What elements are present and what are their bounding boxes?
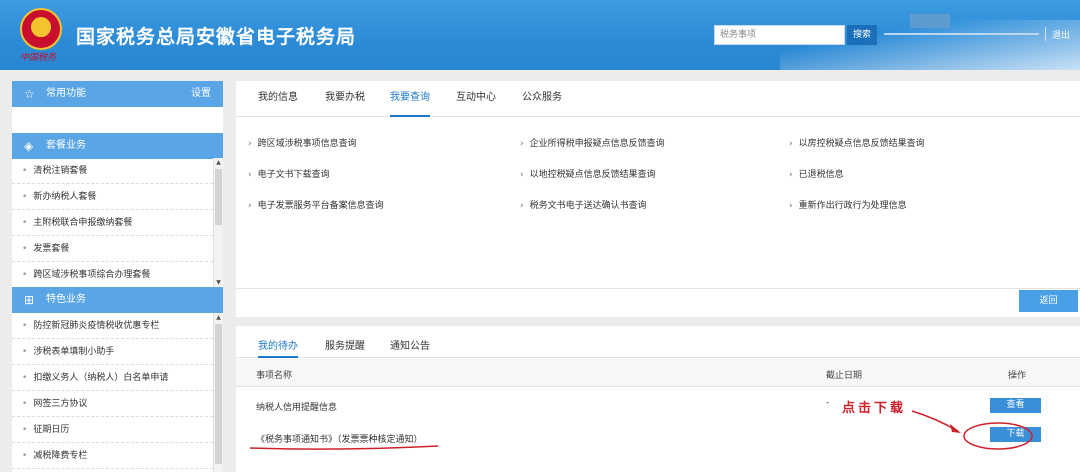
sidebar-item-package[interactable]: 新办纳税人套餐 (12, 184, 223, 210)
tab-public-service[interactable]: 公众服务 (522, 91, 562, 117)
query-link[interactable]: 跨区域涉税事项信息查询 (248, 136, 357, 149)
packages-label: 套餐业务 (46, 140, 86, 151)
packages-scrollbar[interactable]: ▲ ▼ (213, 158, 223, 287)
scroll-thumb[interactable] (215, 169, 222, 225)
tax-emblem-icon (20, 8, 62, 50)
download-button[interactable]: 下载 (990, 427, 1041, 442)
sidebar-item-feature[interactable]: 征期日历 (12, 417, 223, 443)
query-link[interactable]: 电子发票服务平台备案信息查询 (248, 198, 384, 211)
great-wall-decoration (910, 14, 950, 28)
scroll-thumb[interactable] (215, 324, 222, 464)
query-link[interactable]: 重新作出行政行为处理信息 (789, 198, 907, 211)
sidebar-item-feature[interactable]: 减税降费专栏 (12, 443, 223, 469)
common-functions-label: 常用功能 (46, 88, 86, 99)
features-label: 特色业务 (46, 294, 86, 305)
common-functions-header[interactable]: ☆ 常用功能 设置 (12, 81, 223, 107)
query-link[interactable]: 已退税信息 (789, 167, 844, 180)
settings-link[interactable]: 设置 (191, 81, 211, 107)
sidebar-item-package[interactable]: 主附税联合申报缴纳套餐 (12, 210, 223, 236)
grid-icon: ⊞ (24, 293, 35, 307)
column-header-action: 操作 (1008, 371, 1027, 381)
features-header[interactable]: ⊞ 特色业务 (12, 287, 223, 313)
user-info-bar (884, 33, 1039, 35)
todo-item-name: 《税务事项通知书》（发票票种核定通知） (256, 435, 423, 445)
features-list: 防控新冠肺炎疫情税收优惠专栏 涉税表单填制小助手 扣缴义务人（纳税人）白名单申请… (12, 313, 223, 469)
search-button[interactable]: 搜索 (847, 25, 877, 45)
table-row: 《税务事项通知书》（发票票种核定通知） 下载 (236, 422, 1080, 452)
query-link[interactable]: 税务文书电子送达确认书查询 (520, 198, 647, 211)
table-row: 纳税人信用提醒信息 - 查看 (236, 390, 1080, 420)
back-button[interactable]: 返回 (1019, 290, 1078, 312)
scroll-up-icon[interactable]: ▲ (214, 159, 223, 166)
star-icon: ☆ (24, 87, 35, 101)
sidebar-item-feature[interactable]: 涉税表单填制小助手 (12, 339, 223, 365)
click-download-annotation: 点击下载 (842, 401, 907, 416)
layers-icon: ◈ (24, 139, 34, 153)
column-header-name: 事项名称 (256, 371, 293, 381)
column-header-deadline: 截止日期 (826, 371, 863, 381)
query-link[interactable]: 电子文书下载查询 (248, 167, 330, 180)
todo-item-name: 纳税人信用提醒信息 (256, 403, 338, 413)
scroll-up-icon[interactable]: ▲ (214, 314, 223, 321)
scroll-down-icon[interactable]: ▼ (214, 279, 223, 286)
tab-my-info[interactable]: 我的信息 (258, 91, 298, 117)
query-link[interactable]: 以房控税疑点信息反馈结果查询 (789, 136, 925, 149)
todo-table-header: 事项名称 截止日期 操作 (236, 359, 1080, 387)
tab-service-reminder[interactable]: 服务提醒 (325, 337, 365, 358)
sidebar-item-package[interactable]: 跨区域涉税事项综合办理套餐 (12, 262, 223, 288)
header-divider (1045, 27, 1046, 41)
todo-panel: 我的待办 服务提醒 通知公告 事项名称 截止日期 操作 纳税人信用提醒信息 - … (236, 326, 1080, 472)
site-header: 中国税务 国家税务总局安徽省电子税务局 税务事项 搜索 退出 (0, 0, 1080, 70)
sidebar-item-feature[interactable]: 网签三方协议 (12, 391, 223, 417)
features-scrollbar[interactable]: ▲ (213, 313, 223, 472)
main-tabs: 我的信息 我要办税 我要查询 互动中心 公众服务 (236, 81, 1080, 117)
tab-notices[interactable]: 通知公告 (390, 337, 430, 358)
logout-link[interactable]: 退出 (1052, 28, 1070, 41)
tab-tax-handling[interactable]: 我要办税 (325, 91, 365, 117)
sidebar-item-package[interactable]: 发票套餐 (12, 236, 223, 262)
emblem-caption: 中国税务 (20, 53, 57, 63)
sidebar-item-package[interactable]: 清税注销套餐 (12, 158, 223, 184)
todo-tabs: 我的待办 服务提醒 通知公告 (236, 326, 1080, 358)
sidebar-item-feature[interactable]: 扣缴义务人（纳税人）白名单申请 (12, 365, 223, 391)
search-input[interactable]: 税务事项 (714, 25, 845, 45)
todo-item-deadline: - (826, 398, 830, 408)
panel-divider (236, 288, 1080, 289)
packages-list: 清税注销套餐 新办纳税人套餐 主附税联合申报缴纳套餐 发票套餐 跨区域涉税事项综… (12, 158, 223, 288)
sidebar-item-feature[interactable]: 防控新冠肺炎疫情税收优惠专栏 (12, 313, 223, 339)
sidebar: ☆ 常用功能 设置 ◈ 套餐业务 清税注销套餐 新办纳税人套餐 主附税联合申报缴… (12, 81, 223, 472)
site-title: 国家税务总局安徽省电子税务局 (76, 26, 357, 48)
query-panel: 我的信息 我要办税 我要查询 互动中心 公众服务 跨区域涉税事项信息查询 企业所… (236, 81, 1080, 317)
tab-query[interactable]: 我要查询 (390, 91, 430, 117)
query-link[interactable]: 以地控税疑点信息反馈结果查询 (520, 167, 656, 180)
query-link[interactable]: 企业所得税申报疑点信息反馈查询 (520, 136, 665, 149)
view-button[interactable]: 查看 (990, 398, 1041, 413)
packages-header[interactable]: ◈ 套餐业务 (12, 133, 223, 159)
tab-interaction[interactable]: 互动中心 (456, 91, 496, 117)
tab-my-todo[interactable]: 我的待办 (258, 337, 298, 358)
